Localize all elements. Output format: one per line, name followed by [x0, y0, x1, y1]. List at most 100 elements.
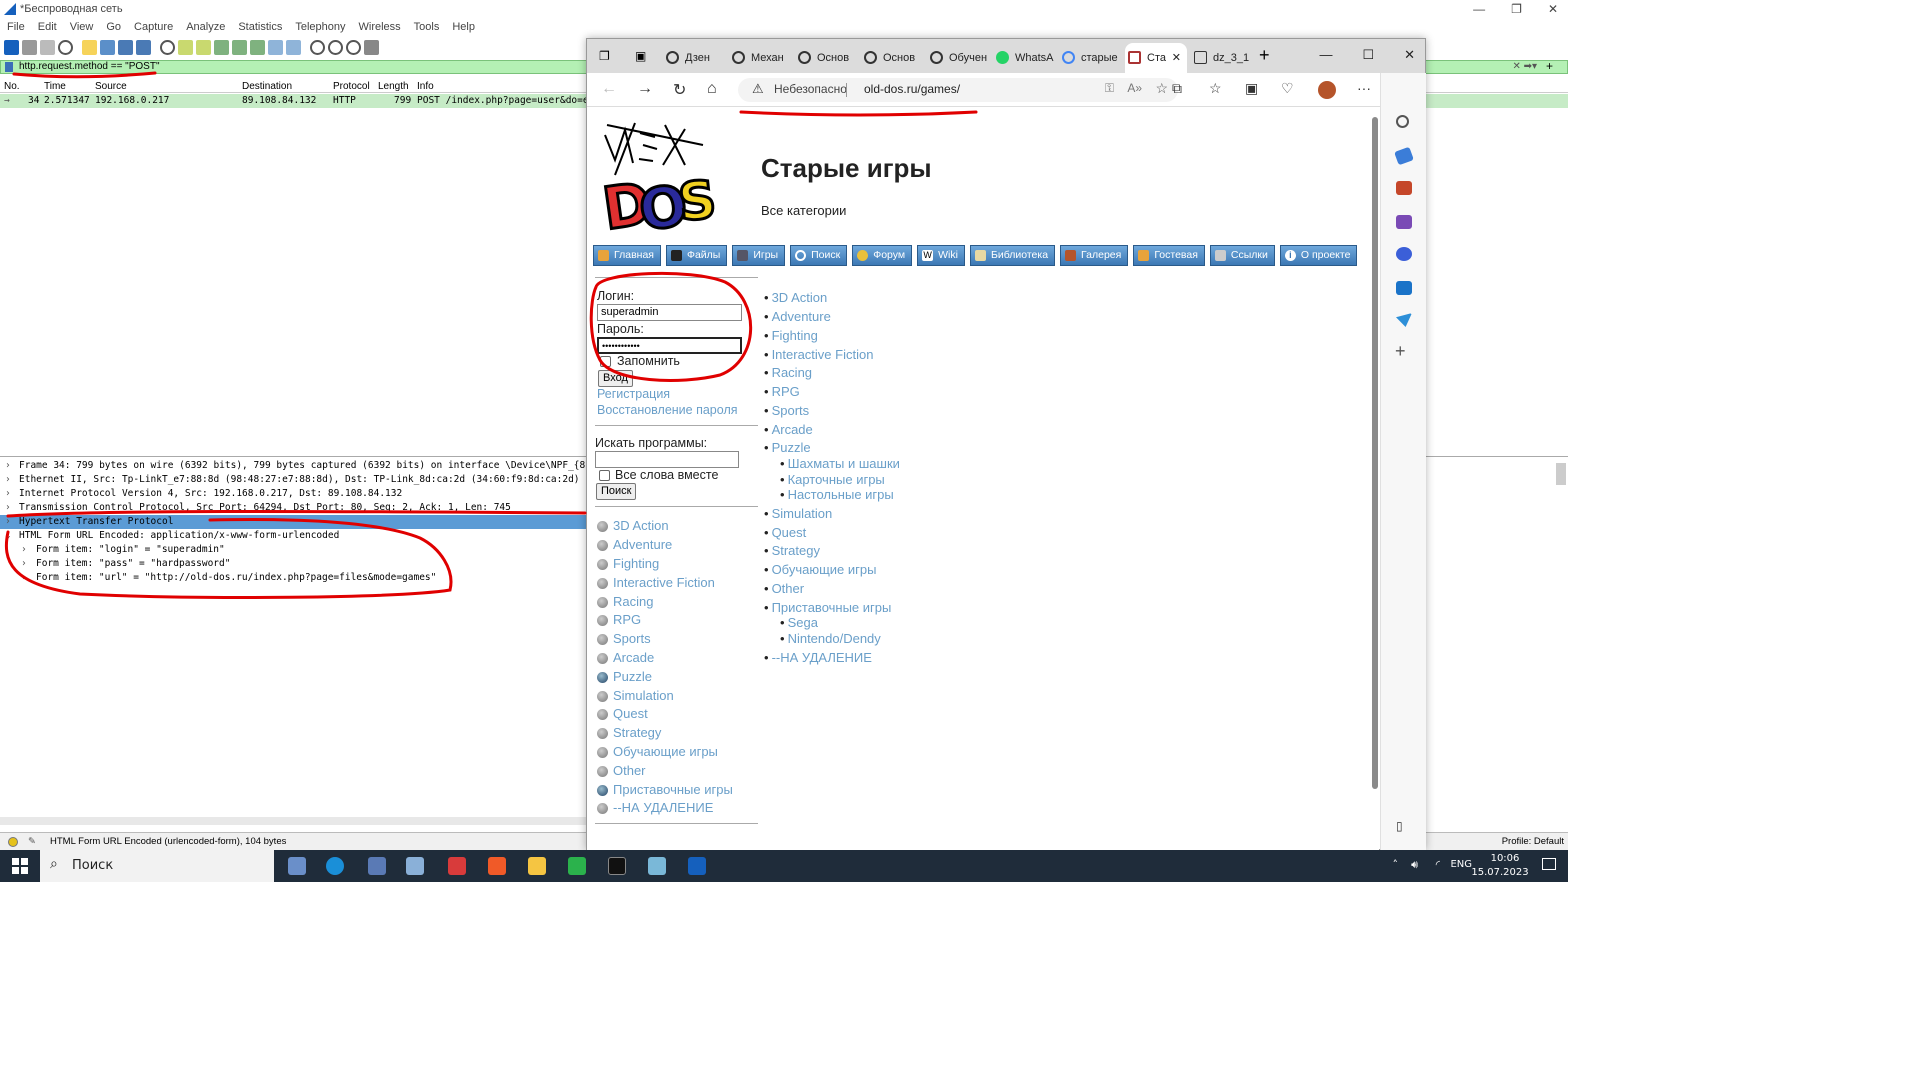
stop-capture-icon[interactable] [22, 39, 37, 55]
login-button[interactable]: Вход [598, 370, 633, 387]
chevron-right-icon[interactable]: › [5, 473, 11, 487]
start-button[interactable] [12, 858, 28, 874]
colorize-icon[interactable] [286, 39, 301, 55]
nav-forum[interactable]: Форум [852, 245, 913, 266]
favorite-star-icon[interactable]: ☆ [1155, 80, 1168, 97]
nav-wiki[interactable]: W Wiki [917, 245, 965, 266]
scrollbar-thumb[interactable] [1372, 117, 1378, 789]
side-cat-quest[interactable]: Quest [597, 706, 648, 721]
menu-tools[interactable]: Tools [414, 21, 440, 33]
menu-statistics[interactable]: Statistics [238, 21, 282, 33]
wifi-icon[interactable]: ◜ [1436, 858, 1440, 871]
recover-password-link[interactable]: Восстановление пароля [597, 403, 738, 417]
side-cat-adventure[interactable]: Adventure [597, 537, 672, 552]
form-item-pass[interactable]: › Form item: "pass" = "hardpassword" [0, 557, 590, 571]
close-button[interactable]: ✕ [1404, 47, 1415, 63]
add-filter-button[interactable]: + [1546, 59, 1553, 73]
tab-dz[interactable]: dz_3_1 [1191, 43, 1253, 73]
zoom-in-icon[interactable] [310, 39, 325, 55]
read-aloud-icon[interactable]: A» [1127, 81, 1142, 95]
restart-capture-icon[interactable] [40, 39, 55, 55]
register-link[interactable]: Регистрация [597, 387, 670, 401]
search-icon[interactable] [1396, 115, 1409, 128]
find-packet-icon[interactable] [160, 39, 175, 55]
chevron-down-icon[interactable]: ⌄ [5, 529, 11, 543]
cat-fighting[interactable]: • Fighting [764, 328, 818, 343]
cat-chess[interactable]: • Шахматы и шашки [780, 456, 900, 471]
bookmark-icon[interactable] [5, 62, 13, 72]
cat-rpg[interactable]: • RPG [764, 384, 800, 399]
menu-view[interactable]: View [70, 21, 94, 33]
phone-icon[interactable] [568, 857, 586, 875]
cat-educational[interactable]: • Обучающие игры [764, 562, 876, 577]
nav-guestbook[interactable]: Гостевая [1133, 245, 1205, 266]
chevron-right-icon[interactable]: › [21, 543, 27, 557]
tab-whatsapp[interactable]: WhatsA [993, 43, 1055, 73]
cat-sega[interactable]: • Sega [780, 615, 818, 630]
volume-icon[interactable]: 🔊︎ [1411, 858, 1418, 872]
drop-icon[interactable] [1396, 313, 1412, 327]
chevron-right-icon[interactable]: › [5, 487, 11, 501]
detail-http[interactable]: › Hypertext Transfer Protocol [0, 515, 590, 529]
file-explorer-icon[interactable] [528, 857, 546, 875]
shopping-tag-icon[interactable] [1394, 146, 1414, 166]
cat-arcade[interactable]: • Arcade [764, 422, 813, 437]
nav-about[interactable]: i О проекте [1279, 245, 1358, 266]
tab-close-icon[interactable]: ✕ [1172, 43, 1181, 73]
nav-library[interactable]: Библиотека [969, 245, 1056, 266]
warning-icon[interactable]: ⚠ [752, 81, 764, 97]
tab-osnov-1[interactable]: Основ [795, 43, 857, 73]
go-forward-icon[interactable] [196, 39, 211, 55]
save-file-icon[interactable] [100, 39, 115, 55]
cat-board[interactable]: • Настольные игры [780, 487, 894, 502]
refresh-icon[interactable]: ↻ [673, 80, 686, 100]
side-cat-sports[interactable]: Sports [597, 631, 651, 646]
last-packet-icon[interactable] [250, 39, 265, 55]
cat-puzzle[interactable]: • Puzzle [764, 440, 811, 455]
detail-tcp[interactable]: › Transmission Control Protocol, Src Port… [0, 501, 590, 515]
chevron-right-icon[interactable]: › [5, 515, 11, 529]
language-indicator[interactable]: ENG [1450, 859, 1472, 870]
tab-active[interactable]: Ста ✕ [1125, 43, 1187, 73]
detail-frame[interactable]: › Frame 34: 799 bytes on wire (6392 bits)… [0, 459, 590, 473]
col-no[interactable]: No. [4, 80, 20, 93]
side-cat-puzzle[interactable]: Puzzle [597, 669, 652, 684]
side-cat-educational[interactable]: Обучающие игры [597, 744, 718, 759]
security-status[interactable]: Небезопасно [774, 82, 847, 96]
outlook-icon[interactable] [1396, 281, 1412, 295]
display-filter-input[interactable]: http.request.method == "POST" [19, 61, 160, 73]
horizontal-scrollbar[interactable] [0, 817, 590, 825]
search-button[interactable]: Поиск [596, 483, 637, 500]
login-input[interactable]: superadmin [597, 304, 742, 321]
remember-checkbox[interactable] [600, 356, 611, 367]
cat-other[interactable]: • Other [764, 581, 804, 596]
expert-info-icon[interactable] [8, 837, 18, 847]
col-length[interactable]: Length [378, 80, 409, 93]
normal-size-icon[interactable] [346, 39, 361, 55]
side-cat-3d-action[interactable]: 3D Action [597, 518, 669, 533]
app-icon[interactable] [406, 857, 424, 875]
app-icon[interactable] [448, 857, 466, 875]
forward-icon[interactable]: → [637, 80, 653, 98]
menu-file[interactable]: File [7, 21, 25, 33]
vertical-scrollbar[interactable] [1556, 463, 1566, 485]
tab-google[interactable]: старые [1059, 43, 1121, 73]
password-input[interactable]: •••••••••••• [597, 337, 742, 354]
chevron-right-icon[interactable]: › [5, 459, 11, 473]
form-item-url[interactable]: › Form item: "url" = "http://old-dos.ru/i… [0, 571, 590, 585]
app-icon[interactable] [288, 857, 306, 875]
close-file-icon[interactable] [118, 39, 133, 55]
tab-actions-icon[interactable]: ▣ [635, 49, 646, 63]
minimize-button[interactable]: — [1473, 2, 1485, 16]
nav-gallery[interactable]: Галерея [1060, 245, 1129, 266]
clock-date[interactable]: 15.07.2023 [1470, 867, 1530, 878]
side-cat-rpg[interactable]: RPG [597, 612, 641, 627]
notifications-icon[interactable] [1542, 858, 1556, 870]
terminal-icon[interactable] [608, 857, 626, 875]
detail-form[interactable]: ⌄ HTML Form URL Encoded: application/x-ww… [0, 529, 590, 543]
tools-icon[interactable] [1396, 181, 1412, 195]
side-cat-simulation[interactable]: Simulation [597, 688, 674, 703]
col-destination[interactable]: Destination [242, 80, 292, 93]
tab-mechan[interactable]: Механ [729, 43, 791, 73]
cat-deletion[interactable]: • --НА УДАЛЕНИЕ [764, 650, 872, 665]
